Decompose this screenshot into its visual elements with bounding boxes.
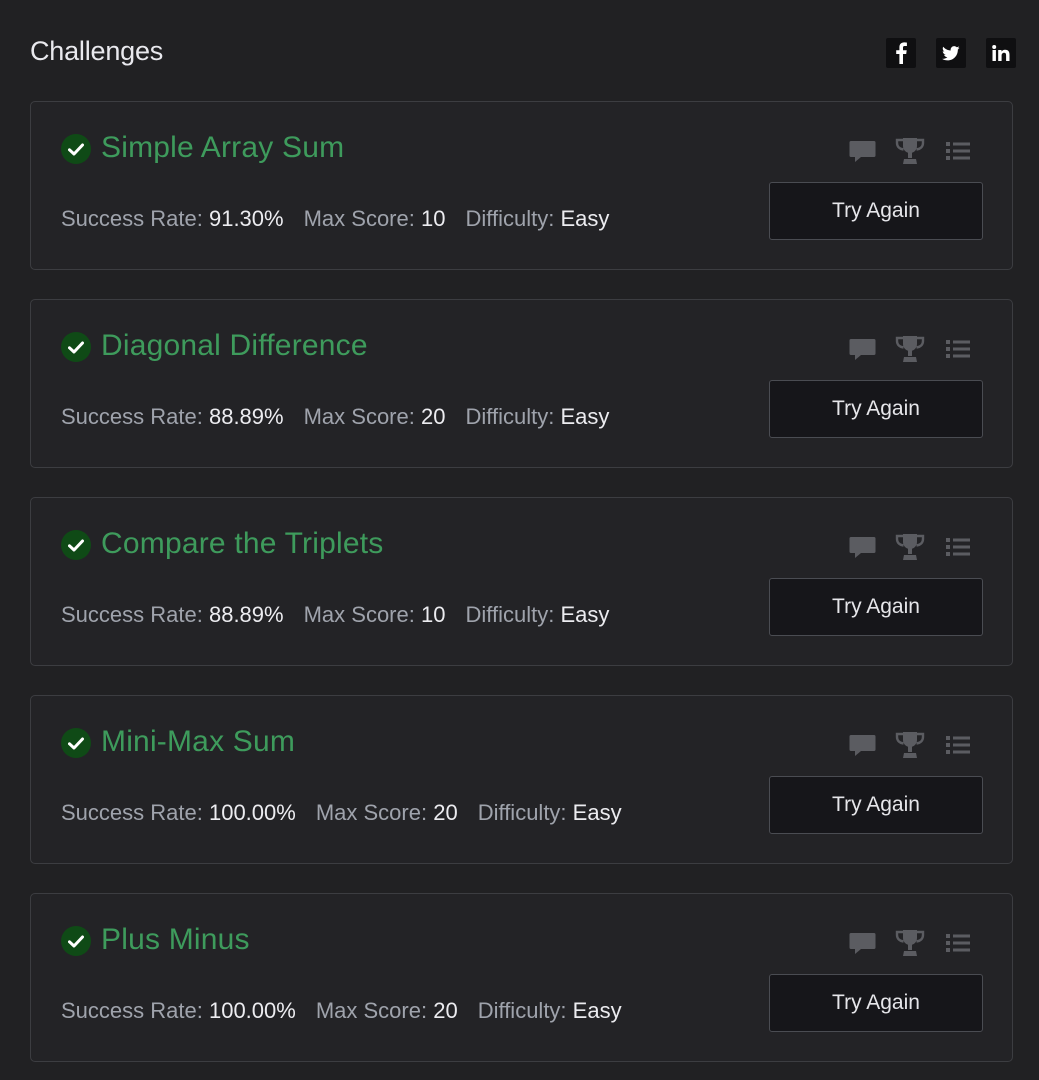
difficulty-value: Easy [560,206,610,231]
difficulty: Difficulty: Easy [465,404,609,430]
success-rate: Success Rate: 88.89% [61,602,284,628]
success-rate-value: 91.30% [208,206,284,231]
facebook-share-button[interactable] [886,38,916,68]
challenge-card: Diagonal Difference Success Rate: 88.89%… [30,299,1013,468]
leaderboard-trophy-icon[interactable] [895,928,925,958]
challenge-card: Mini-Max Sum Success Rate: 100.00% Max S… [30,695,1013,864]
max-score-label: Max Score: [315,998,428,1023]
max-score: Max Score: 20 [316,998,458,1024]
max-score-label: Max Score: [315,800,428,825]
challenge-title-link[interactable]: Plus Minus [101,923,250,957]
success-rate-label: Success Rate: [61,800,203,825]
try-again-button[interactable]: Try Again [769,380,983,438]
max-score-value: 20 [420,404,446,429]
difficulty-label: Difficulty: [477,800,567,825]
success-rate-label: Success Rate: [61,602,203,627]
max-score: Max Score: 10 [304,602,446,628]
submissions-list-icon[interactable] [943,928,973,958]
challenge-card: Simple Array Sum Success Rate: 91.30% Ma… [30,101,1013,270]
difficulty-label: Difficulty: [477,998,567,1023]
challenges-page: Challenges Simple Array Sum Success Rate… [0,0,1039,1080]
max-score-value: 20 [433,998,458,1023]
success-rate-value: 100.00% [208,800,296,825]
challenge-meta: Success Rate: 100.00% Max Score: 20 Diff… [61,998,622,1024]
try-again-button[interactable]: Try Again [769,776,983,834]
discussion-icon[interactable] [847,334,877,364]
challenge-title-link[interactable]: Mini-Max Sum [101,725,295,759]
difficulty-label: Difficulty: [465,206,555,231]
discussion-icon[interactable] [847,928,877,958]
max-score: Max Score: 20 [316,800,458,826]
submissions-list-icon[interactable] [943,730,973,760]
success-rate-label: Success Rate: [61,206,203,231]
challenge-card: Plus Minus Success Rate: 100.00% Max Sco… [30,893,1013,1062]
challenge-actions [847,532,973,562]
linkedin-share-button[interactable] [986,38,1016,68]
discussion-icon[interactable] [847,532,877,562]
challenge-meta: Success Rate: 91.30% Max Score: 10 Diffi… [61,206,609,232]
max-score: Max Score: 10 [304,206,446,232]
success-rate-value: 88.89% [208,602,284,627]
success-rate: Success Rate: 100.00% [61,800,296,826]
submissions-list-icon[interactable] [943,136,973,166]
try-again-button[interactable]: Try Again [769,974,983,1032]
difficulty: Difficulty: Easy [478,800,622,826]
twitter-icon [942,45,960,61]
max-score: Max Score: 20 [304,404,446,430]
leaderboard-trophy-icon[interactable] [895,532,925,562]
challenge-title-link[interactable]: Diagonal Difference [101,329,368,363]
discussion-icon[interactable] [847,136,877,166]
difficulty: Difficulty: Easy [478,998,622,1024]
try-again-button[interactable]: Try Again [769,578,983,636]
difficulty-label: Difficulty: [465,602,555,627]
success-rate: Success Rate: 100.00% [61,998,296,1024]
challenge-meta: Success Rate: 88.89% Max Score: 20 Diffi… [61,404,609,430]
challenge-actions [847,730,973,760]
challenge-card: Compare the Triplets Success Rate: 88.89… [30,497,1013,666]
success-rate-value: 100.00% [208,998,296,1023]
max-score-value: 10 [420,206,446,231]
difficulty-value: Easy [572,998,622,1023]
success-rate: Success Rate: 91.30% [61,206,284,232]
challenge-title-link[interactable]: Compare the Triplets [101,527,383,561]
challenge-actions [847,334,973,364]
max-score-label: Max Score: [303,404,415,429]
submissions-list-icon[interactable] [943,532,973,562]
solved-check-icon [61,134,91,164]
difficulty: Difficulty: Easy [465,206,609,232]
challenge-meta: Success Rate: 100.00% Max Score: 20 Diff… [61,800,622,826]
solved-check-icon [61,530,91,560]
submissions-list-icon[interactable] [943,334,973,364]
leaderboard-trophy-icon[interactable] [895,136,925,166]
linkedin-icon [992,45,1010,61]
success-rate: Success Rate: 88.89% [61,404,284,430]
max-score-label: Max Score: [303,602,415,627]
challenges-header: Challenges [30,34,1016,74]
facebook-icon [894,42,908,64]
discussion-icon[interactable] [847,730,877,760]
challenge-actions [847,928,973,958]
success-rate-label: Success Rate: [61,998,203,1023]
difficulty-value: Easy [560,404,610,429]
challenge-actions [847,136,973,166]
challenge-title-link[interactable]: Simple Array Sum [101,131,344,165]
twitter-share-button[interactable] [936,38,966,68]
leaderboard-trophy-icon[interactable] [895,334,925,364]
success-rate-value: 88.89% [208,404,284,429]
page-title: Challenges [30,36,164,66]
success-rate-label: Success Rate: [61,404,203,429]
max-score-label: Max Score: [303,206,415,231]
leaderboard-trophy-icon[interactable] [895,730,925,760]
difficulty-label: Difficulty: [465,404,555,429]
solved-check-icon [61,728,91,758]
solved-check-icon [61,926,91,956]
solved-check-icon [61,332,91,362]
difficulty: Difficulty: Easy [465,602,609,628]
difficulty-value: Easy [572,800,622,825]
try-again-button[interactable]: Try Again [769,182,983,240]
max-score-value: 20 [433,800,458,825]
difficulty-value: Easy [560,602,610,627]
max-score-value: 10 [420,602,446,627]
challenge-meta: Success Rate: 88.89% Max Score: 10 Diffi… [61,602,609,628]
